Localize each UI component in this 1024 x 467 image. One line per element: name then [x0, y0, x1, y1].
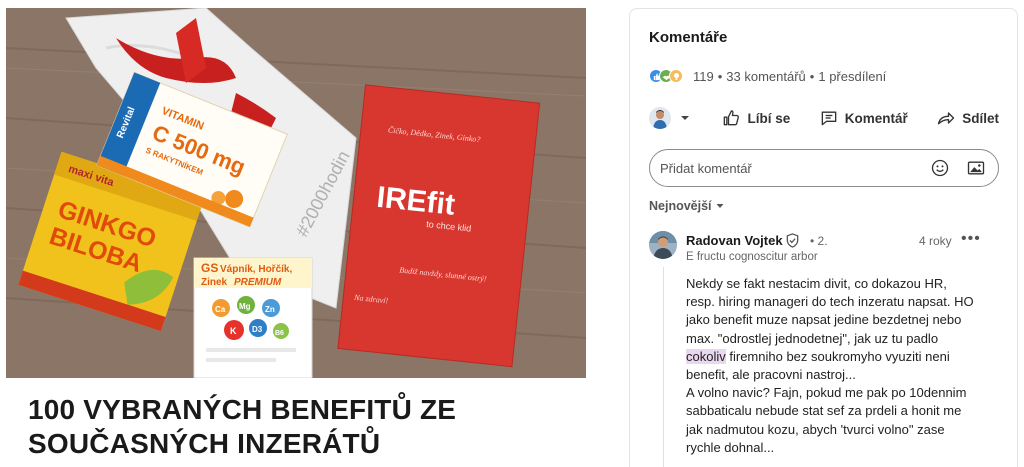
- svg-text:Zn: Zn: [265, 305, 275, 314]
- svg-text:PREMIUM: PREMIUM: [234, 277, 282, 288]
- article-title: 100 VYBRANÝCH BENEFITŮ ZE SOUČASNÝCH INZ…: [28, 393, 588, 461]
- comment-header: Radovan Vojtek • 2. 4 roky •••: [686, 230, 999, 253]
- comment-label: Komentář: [844, 110, 908, 126]
- verified-icon: [785, 233, 800, 253]
- article-title-line-1: 100 VYBRANÝCH BENEFITŮ ZE: [28, 394, 457, 425]
- comment-line: jako benefit muze napsat jedine bezdetne…: [686, 312, 962, 328]
- comment-body: Nekdy se fakt nestacim divit, co dokazou…: [686, 275, 991, 457]
- chevron-down-icon: [681, 116, 689, 120]
- comment-item: Radovan Vojtek • 2. 4 roky ••• E fructu …: [649, 230, 999, 467]
- comment-line: resp. hiring manageri do tech inzeratu n…: [686, 294, 974, 310]
- emoji-icon[interactable]: [928, 156, 952, 180]
- share-icon: [938, 112, 955, 125]
- svg-text:Vápník, Hořčík,: Vápník, Hořčík,: [220, 264, 292, 275]
- svg-text:B6: B6: [275, 330, 284, 337]
- comment-line: benefit, ale pracovni nastroj...: [686, 367, 856, 383]
- like-label: Líbí se: [747, 110, 791, 126]
- separator: •: [717, 68, 723, 84]
- comment-author[interactable]: Radovan Vojtek: [686, 233, 783, 248]
- thumbs-up-icon: [724, 110, 740, 126]
- chevron-down-icon: [716, 204, 724, 208]
- sort-label: Nejnovější: [649, 199, 712, 213]
- comments-panel-title: Komentáře: [649, 29, 728, 46]
- comment-icon: [821, 111, 837, 126]
- add-comment-field[interactable]: [649, 149, 999, 187]
- article: #2000hodin maxi vita GINKGO BILOBA Revit…: [0, 0, 600, 467]
- avatar[interactable]: [649, 231, 677, 259]
- author-headline: E fructu cognoscitur arbor: [686, 251, 818, 263]
- comment-line: sabbaticalu nebude stat sef za prdeli a …: [686, 403, 962, 419]
- like-button[interactable]: Líbí se: [721, 108, 790, 128]
- svg-text:GS: GS: [201, 261, 218, 275]
- add-comment-input[interactable]: [660, 160, 916, 176]
- post-actions: Líbí se Komentář Sdílet: [649, 105, 999, 131]
- sort-dropdown[interactable]: Nejnovější: [649, 199, 725, 213]
- share-button[interactable]: Sdílet: [936, 108, 999, 128]
- highlighted-word: cokoliv: [686, 348, 726, 364]
- more-options-button[interactable]: •••: [961, 230, 981, 248]
- svg-text:Zinek: Zinek: [201, 277, 228, 288]
- comment-line: Nekdy se fakt nestacim divit, co dokazou…: [686, 276, 947, 291]
- comment-button[interactable]: Komentář: [819, 108, 908, 128]
- reactions-stack[interactable]: [649, 69, 683, 83]
- comment-line: A volno navic? Fajn, pokud me pak po 10d…: [686, 385, 967, 401]
- comment-line-rest: firemniho bez soukromyho vyuziti neni: [725, 348, 950, 364]
- comment-line: rychle dohnal...: [686, 439, 775, 455]
- insight-reaction-icon: [669, 69, 683, 83]
- article-title-line-2: SOUČASNÝCH INZERÁTŮ: [28, 428, 381, 459]
- reaction-count[interactable]: 119: [693, 69, 714, 84]
- comment-line: max. "odrostlej jednodetnej", jak uz tu …: [686, 330, 939, 346]
- comment-line: cokoliv firemniho bez soukromyho vyuziti…: [686, 348, 991, 366]
- svg-text:K: K: [230, 326, 237, 336]
- article-hero-image: #2000hodin maxi vita GINKGO BILOBA Revit…: [6, 8, 586, 378]
- thread-line: [663, 267, 664, 467]
- avatar: [649, 107, 671, 129]
- comments-panel: Komentáře 119 • 33 komentářů • 1 přesdíl…: [629, 8, 1018, 467]
- page: #2000hodin maxi vita GINKGO BILOBA Revit…: [0, 0, 1024, 467]
- reposts-count[interactable]: 1 přesdílení: [818, 69, 886, 84]
- comment-time: 4 roky: [919, 234, 952, 248]
- image-icon[interactable]: [964, 156, 988, 180]
- comment-line: jak nadmutou kozu, abych 'tvurci volno" …: [686, 421, 945, 437]
- connection-degree: • 2.: [810, 234, 828, 248]
- social-counts: 119 • 33 komentářů • 1 přesdílení: [649, 67, 886, 85]
- svg-text:Ca: Ca: [215, 305, 226, 314]
- svg-text:Mg: Mg: [239, 302, 251, 311]
- separator: •: [809, 68, 815, 84]
- share-label: Sdílet: [962, 110, 999, 126]
- comments-count[interactable]: 33 komentářů: [726, 69, 806, 84]
- reaction-identity-switcher[interactable]: [649, 107, 693, 129]
- svg-text:D3: D3: [252, 325, 263, 334]
